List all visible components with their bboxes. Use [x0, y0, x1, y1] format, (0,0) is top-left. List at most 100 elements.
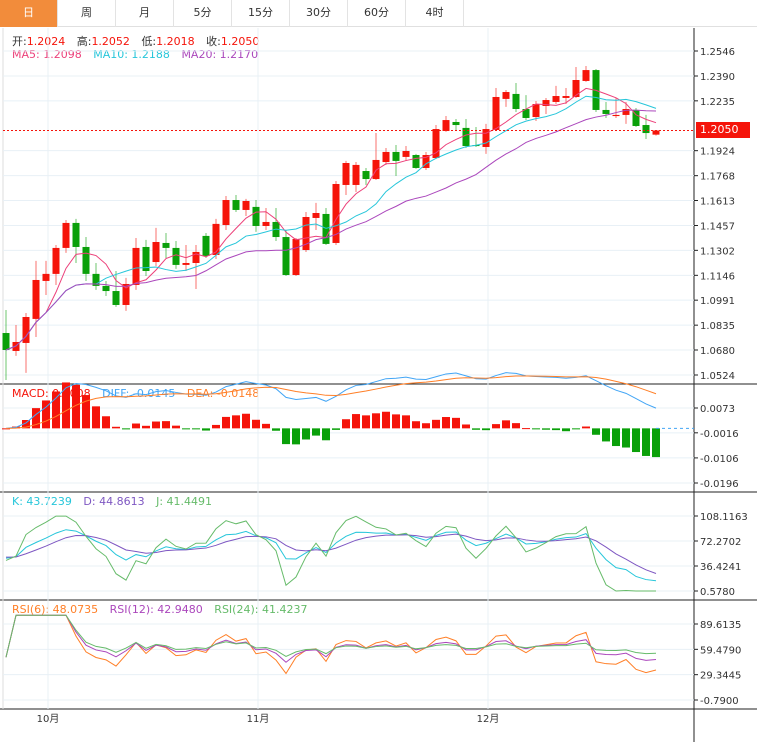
candle-body: [602, 109, 610, 114]
axis-tick-label: 36.4241: [700, 562, 741, 573]
macd-bar: [102, 416, 110, 429]
macd-bar: [172, 425, 180, 429]
candle-body: [292, 238, 300, 276]
macd-bar: [262, 423, 270, 429]
macd-bar: [302, 428, 310, 440]
macd-bar: [232, 415, 240, 429]
macd-bar: [532, 428, 540, 430]
candle-body: [502, 92, 510, 99]
candle-body: [582, 70, 590, 81]
k-line: [5, 529, 657, 582]
macd-bar: [562, 428, 570, 432]
ma5-line: [5, 87, 657, 351]
macd-bar: [192, 428, 200, 430]
axis-tick-label: 59.4790: [700, 645, 741, 656]
candle-body: [322, 213, 330, 244]
candle-body: [232, 200, 240, 210]
candle-body: [222, 200, 230, 226]
macd-bar: [112, 426, 120, 429]
candle-body: [312, 213, 320, 218]
candle-body: [552, 96, 560, 102]
macd-bar: [412, 421, 420, 429]
rsi12-line: [5, 614, 657, 663]
ma20-line: [5, 109, 657, 351]
candle-body: [372, 159, 380, 180]
macd-bar: [622, 428, 630, 448]
candle-body: [242, 200, 250, 210]
candle-body: [102, 285, 110, 292]
macd-bar: [282, 428, 290, 445]
macd-bar: [312, 428, 320, 436]
macd-bar: [582, 426, 590, 429]
axis-tick-label: 72.2702: [700, 537, 741, 548]
candle-body: [162, 242, 170, 248]
axis-tick-label: 0.5780: [700, 587, 735, 598]
current-price-badge: 1.2050: [696, 122, 750, 138]
axis-tick-label: 1.2235: [700, 97, 735, 108]
macd-bar: [442, 417, 450, 429]
candle-body: [262, 221, 270, 226]
axis-tick-label: 108.1163: [700, 512, 748, 523]
macd-bar: [372, 413, 380, 429]
macd-bar: [122, 428, 130, 430]
macd-bar: [472, 428, 480, 430]
macd-bar: [92, 406, 100, 429]
candle-body: [202, 235, 210, 256]
candle-body: [52, 247, 60, 274]
macd-bar: [522, 428, 530, 430]
macd-bar: [222, 416, 230, 429]
candle-body: [42, 273, 50, 281]
axis-tick-label: 1.2390: [700, 72, 735, 83]
macd-bar: [52, 391, 60, 429]
candle-body: [412, 154, 420, 168]
kline-chart[interactable]: 10月 11月 12月 1.2546 1.2390 1.2235 1.1924 1.1768 1…: [0, 0, 757, 742]
macd-bar: [502, 420, 510, 429]
candle-body: [172, 247, 180, 265]
macd-bar: [602, 428, 610, 442]
candle-body: [62, 222, 70, 248]
candle-body: [362, 171, 370, 180]
candle-body: [452, 121, 460, 126]
macd-bar: [652, 428, 660, 458]
axis-tick-label: 1.1768: [700, 172, 735, 183]
axis-tick-label: -0.0196: [700, 479, 739, 490]
j-line: [5, 515, 656, 592]
macd-bar: [362, 415, 370, 429]
macd-bar: [342, 419, 350, 429]
candle-body: [492, 96, 500, 130]
macd-bar: [542, 428, 550, 430]
candle-body: [152, 242, 160, 263]
candle-body: [562, 96, 570, 98]
macd-bar: [452, 417, 460, 429]
macd-bar: [572, 428, 580, 430]
candle-body: [532, 104, 540, 118]
candle-body: [402, 150, 410, 157]
macd-bar: [632, 428, 640, 453]
candle-body: [212, 223, 220, 255]
x-axis-label: 10月: [37, 713, 60, 725]
candle-body: [392, 151, 400, 161]
macd-bar: [272, 428, 280, 431]
d-line: [5, 533, 657, 574]
macd-bar: [182, 428, 190, 430]
candle-body: [442, 120, 450, 131]
axis-tick-label: 1.0835: [700, 321, 735, 332]
candle-body: [642, 125, 650, 134]
candle-body: [382, 151, 390, 163]
macd-bar: [202, 428, 210, 431]
macd-bar: [162, 421, 170, 429]
axis-tick-label: -0.0106: [700, 454, 739, 465]
axis-tick-label: 1.0524: [700, 371, 735, 382]
axis-tick-label: 1.2546: [700, 47, 735, 58]
axis-tick-label: 1.1457: [700, 221, 735, 232]
candle-body: [282, 237, 290, 276]
candle-body: [612, 114, 620, 117]
macd-bar: [292, 428, 300, 445]
macd-bar: [62, 382, 70, 429]
macd-bar: [242, 413, 250, 429]
macd-bar: [132, 423, 140, 429]
candle-body: [182, 262, 190, 265]
candle-body: [572, 80, 580, 97]
axis-tick-label: 1.1613: [700, 197, 735, 208]
macd-bar: [612, 428, 620, 447]
